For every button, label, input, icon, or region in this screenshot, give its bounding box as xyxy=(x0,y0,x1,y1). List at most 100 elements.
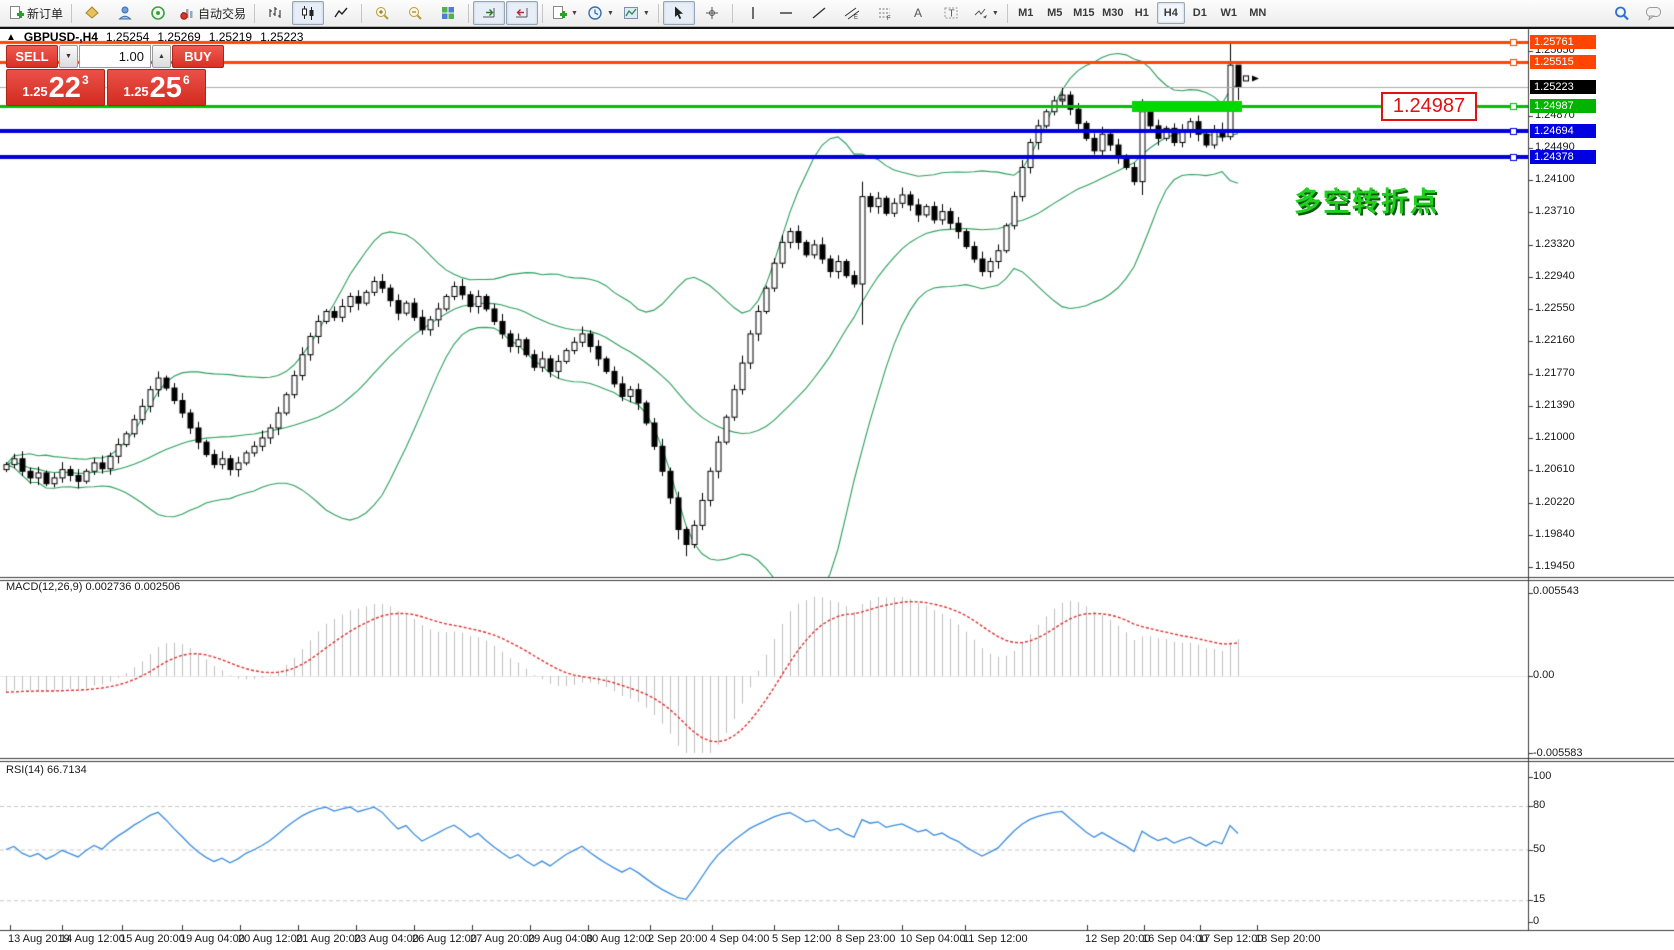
volume-up-button[interactable]: ▲ xyxy=(152,45,171,68)
auto-scroll-button[interactable] xyxy=(473,1,505,25)
mt4-terminal: 新订单 自动交易 ▼ ▼ ▼ E F A T ▼ xyxy=(0,0,1674,950)
new-order-button[interactable]: 新订单 xyxy=(4,1,67,25)
ohlc-open: 1.25254 xyxy=(106,30,149,44)
timeframe-D1[interactable]: D1 xyxy=(1186,2,1214,24)
ask-price-box[interactable]: 1.25 25 6 xyxy=(107,69,206,106)
crosshair-button[interactable] xyxy=(696,1,728,25)
timeframe-H1[interactable]: H1 xyxy=(1128,2,1156,24)
timeframe-MN[interactable]: MN xyxy=(1244,2,1272,24)
time-axis-label: 27 Aug 20:00 xyxy=(470,933,535,945)
time-axis-label: 18 Sep 20:00 xyxy=(1255,933,1320,945)
rsi-scale-15: 15 xyxy=(1533,893,1545,906)
price-axis-tick: 1.22550 xyxy=(1535,302,1575,315)
autotrading-button[interactable]: 自动交易 xyxy=(175,1,250,25)
price-axis-tick: 1.23710 xyxy=(1535,205,1575,218)
ask-big-digits: 25 xyxy=(150,74,182,103)
styles-button[interactable] xyxy=(76,1,108,25)
candlestick-chart-button[interactable] xyxy=(292,1,324,25)
text-button[interactable]: A xyxy=(902,1,934,25)
price-axis-tag: 1.24694 xyxy=(1530,124,1596,138)
price-axis-tag: 1.24378 xyxy=(1530,150,1596,164)
time-axis-label: 20 Aug 12:00 xyxy=(238,933,303,945)
price-axis-tick: 1.20610 xyxy=(1535,463,1575,476)
price-callout-label[interactable]: 1.24987 xyxy=(1381,92,1477,121)
bar-chart-button[interactable] xyxy=(259,1,291,25)
macd-scale-zero: 0.00 xyxy=(1533,669,1554,682)
macd-scale-min: -0.005583 xyxy=(1533,747,1583,760)
time-axis-label: 2 Sep 20:00 xyxy=(648,933,707,945)
dropdown-arrow-icon: ▼ xyxy=(571,10,578,17)
data-window-button[interactable] xyxy=(142,1,174,25)
trendline-button[interactable] xyxy=(803,1,835,25)
time-axis-label: 17 Sep 12:00 xyxy=(1198,933,1263,945)
cursor-button[interactable] xyxy=(663,1,695,25)
toolbar-separator xyxy=(71,4,72,23)
price-axis-tick: 1.24100 xyxy=(1535,173,1575,186)
bid-price-box[interactable]: 1.25 22 3 xyxy=(6,69,105,106)
volume-down-button[interactable]: ▼ xyxy=(59,45,78,68)
volume-input[interactable] xyxy=(79,45,151,68)
time-axis-label: 30 Aug 12:00 xyxy=(586,933,651,945)
bid-big-digits: 22 xyxy=(49,74,81,103)
price-axis-tick: 1.22160 xyxy=(1535,334,1575,347)
symbol-marker-icon: ▲ xyxy=(6,32,16,43)
rsi-scale-0: 0 xyxy=(1533,915,1539,928)
vertical-line-button[interactable] xyxy=(737,1,769,25)
rsi-scale-50: 50 xyxy=(1533,843,1545,856)
price-axis-tick: 1.20220 xyxy=(1535,496,1575,509)
timeframe-M1[interactable]: M1 xyxy=(1012,2,1040,24)
chat-button[interactable] xyxy=(1638,1,1670,25)
ask-prefix: 1.25 xyxy=(123,84,148,99)
time-axis-label: 21 Aug 20:00 xyxy=(296,933,361,945)
sell-button[interactable]: SELL xyxy=(6,45,58,68)
new-order-icon xyxy=(8,5,24,21)
time-axis-label: 5 Sep 12:00 xyxy=(772,933,831,945)
profile-button[interactable] xyxy=(109,1,141,25)
ohlc-close: 1.25223 xyxy=(260,30,303,44)
new-order-label: 新订单 xyxy=(27,5,63,22)
price-axis-tick: 1.19840 xyxy=(1535,528,1575,541)
timeframe-H4[interactable]: H4 xyxy=(1157,2,1185,24)
time-axis-label: 19 Aug 04:00 xyxy=(180,933,245,945)
horizontal-line-button[interactable] xyxy=(770,1,802,25)
time-axis-label: 14 Aug 12:00 xyxy=(60,933,125,945)
timeframe-W1[interactable]: W1 xyxy=(1215,2,1243,24)
new-chart-button[interactable]: ▼ xyxy=(547,1,582,25)
zoom-out-button[interactable] xyxy=(399,1,431,25)
svg-text:T: T xyxy=(948,9,954,20)
periods-button[interactable]: ▼ xyxy=(583,1,618,25)
tile-windows-button[interactable] xyxy=(432,1,464,25)
zoom-in-button[interactable] xyxy=(366,1,398,25)
timeframe-bar: M1M5M15M30H1H4D1W1MN xyxy=(1012,2,1272,24)
chart-shift-button[interactable] xyxy=(506,1,538,25)
templates-button[interactable]: ▼ xyxy=(619,1,654,25)
dropdown-arrow-icon: ▼ xyxy=(607,10,614,17)
price-axis-tick: 1.19450 xyxy=(1535,560,1575,573)
time-axis-label: 23 Aug 04:00 xyxy=(354,933,419,945)
timeframe-M5[interactable]: M5 xyxy=(1041,2,1069,24)
time-axis-label: 11 Sep 12:00 xyxy=(963,933,1028,945)
timeframe-M30[interactable]: M30 xyxy=(1099,2,1127,24)
buy-button[interactable]: BUY xyxy=(172,45,224,68)
macd-label: MACD(12,26,9) 0.002736 0.002506 xyxy=(6,581,180,593)
time-axis-label: 12 Sep 20:00 xyxy=(1085,933,1150,945)
ask-pip-digit: 6 xyxy=(183,73,190,87)
price-axis-tick: 1.23320 xyxy=(1535,238,1575,251)
line-chart-button[interactable] xyxy=(325,1,357,25)
arrows-button[interactable]: ▼ xyxy=(968,1,1003,25)
ohlc-high: 1.25269 xyxy=(157,30,200,44)
equidistant-channel-button[interactable]: E xyxy=(836,1,868,25)
search-button[interactable] xyxy=(1605,1,1637,25)
fibonacci-button[interactable]: F xyxy=(869,1,901,25)
autotrading-label: 自动交易 xyxy=(198,5,246,22)
bid-prefix: 1.25 xyxy=(22,84,47,99)
chart-canvas[interactable] xyxy=(0,0,1674,950)
time-axis-label: 4 Sep 04:00 xyxy=(710,933,769,945)
text-label-button[interactable]: T xyxy=(935,1,967,25)
window-divider xyxy=(0,27,1674,29)
main-toolbar: 新订单 自动交易 ▼ ▼ ▼ E F A T ▼ xyxy=(0,0,1674,27)
chart-annotation-text[interactable]: 多空转折点 xyxy=(1294,180,1439,219)
timeframe-M15[interactable]: M15 xyxy=(1070,2,1098,24)
time-axis-label: 29 Aug 04:00 xyxy=(528,933,593,945)
price-axis-tag: 1.25761 xyxy=(1530,35,1596,49)
